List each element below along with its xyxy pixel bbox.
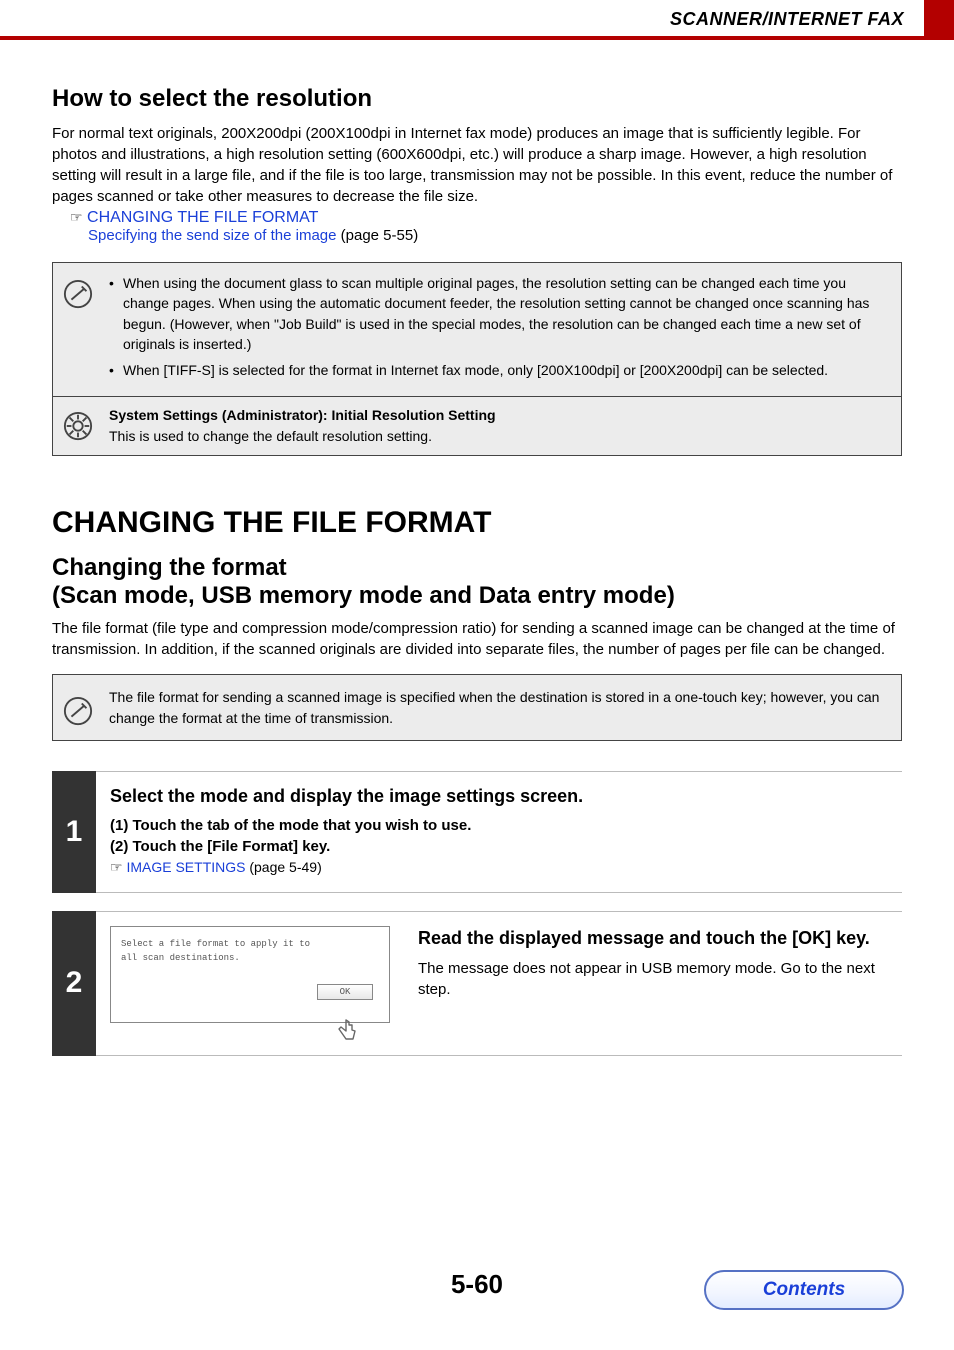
step2-paragraph: The message does not appear in USB memor… (418, 958, 892, 1000)
link-send-size-page: (page 5-55) (336, 227, 418, 244)
dialog-line-1: Select a file format to apply it to (121, 937, 379, 951)
note-bullet-2: When [TIFF-S] is selected for the format… (109, 360, 887, 380)
note-bullet-1: When using the document glass to scan mu… (109, 273, 887, 354)
dialog-screenshot: Select a file format to apply it to all … (110, 926, 390, 1023)
note-icon (61, 279, 95, 309)
note-icon (61, 696, 95, 726)
step-number-1: 1 (52, 771, 96, 893)
format-note: The file format for sending a scanned im… (109, 687, 887, 728)
resolution-heading: How to select the resolution (52, 85, 902, 113)
admin-title: System Settings (Administrator): Initial… (109, 405, 887, 426)
hand-pointer-icon (332, 1017, 360, 1053)
changing-format-paragraph: The file format (file type and compressi… (52, 618, 902, 660)
resolution-paragraph: For normal text originals, 200X200dpi (2… (52, 123, 902, 207)
header-accent (924, 0, 954, 40)
dialog-line-2: all scan destinations. (121, 951, 379, 965)
pointer-icon: ☞ (110, 859, 123, 875)
section-header: SCANNER/INTERNET FAX (670, 9, 904, 36)
step1-sub1: (1) Touch the tab of the mode that you w… (110, 817, 892, 834)
step1-sub2: (2) Touch the [File Format] key. (110, 838, 892, 855)
link-image-settings-page: (page 5-49) (245, 859, 321, 875)
ok-button[interactable]: OK (317, 984, 373, 1000)
pointer-icon: ☞ (70, 209, 83, 225)
changing-file-format-heading: CHANGING THE FILE FORMAT (52, 506, 902, 540)
step2-title: Read the displayed message and touch the… (418, 926, 892, 950)
link-changing-file-format[interactable]: CHANGING THE FILE FORMAT (87, 209, 318, 226)
changing-format-heading-line2: (Scan mode, USB memory mode and Data ent… (52, 582, 675, 609)
contents-button[interactable]: Contents (704, 1270, 904, 1310)
link-send-size[interactable]: Specifying the send size of the image (88, 227, 336, 244)
gear-icon (61, 411, 95, 441)
step1-title: Select the mode and display the image se… (110, 786, 892, 807)
link-image-settings[interactable]: IMAGE SETTINGS (126, 859, 245, 875)
step-number-2: 2 (52, 911, 96, 1056)
admin-text: This is used to change the default resol… (109, 426, 887, 447)
changing-format-heading-line1: Changing the format (52, 554, 287, 581)
